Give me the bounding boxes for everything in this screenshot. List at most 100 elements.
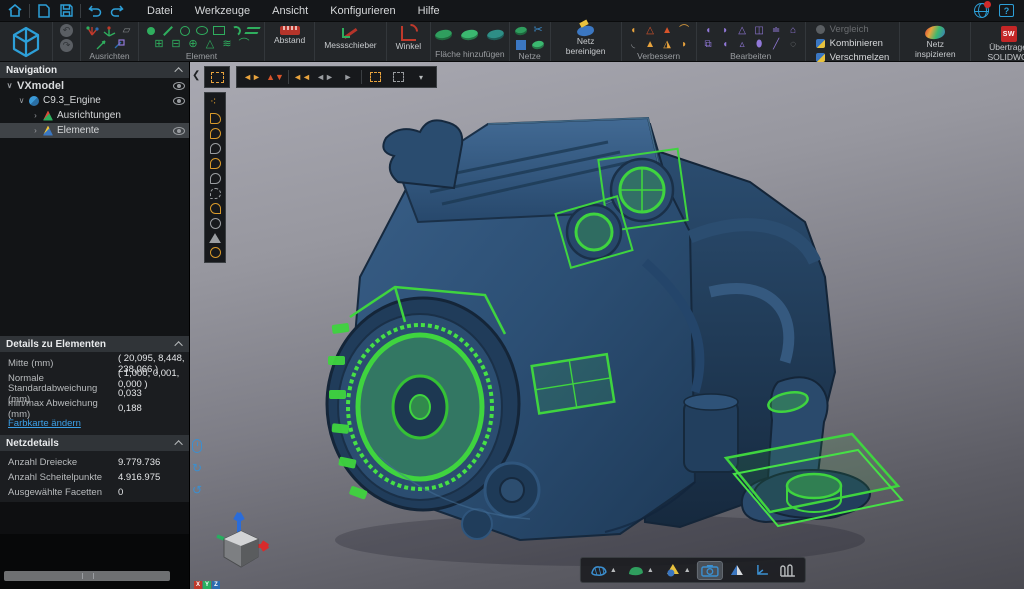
- uebertragen-solidworks-button[interactable]: SW ▼ Übertragen an SOLIDWORKS: [975, 24, 1024, 63]
- improve-spike-icon[interactable]: ◮: [660, 38, 675, 51]
- element-line-icon[interactable]: [160, 24, 175, 37]
- circle-select-icon[interactable]: [210, 218, 221, 229]
- improve-boundary-icon[interactable]: ⌒: [677, 24, 692, 37]
- menu-hilfe[interactable]: Hilfe: [409, 2, 449, 20]
- mouse-hint-icon[interactable]: [192, 439, 202, 453]
- expander-icon[interactable]: ∨: [6, 81, 13, 90]
- visibility-eye-icon[interactable]: [173, 127, 185, 135]
- save-icon[interactable]: [58, 3, 74, 19]
- vergleich-option[interactable]: Vergleich: [816, 24, 890, 35]
- element-cylinder-icon[interactable]: ⊟: [169, 38, 184, 51]
- surface-display-caret[interactable]: ▲: [647, 567, 654, 574]
- mesh-cut-icon[interactable]: ✂: [531, 24, 546, 37]
- align-plane-icon[interactable]: ▱: [119, 24, 134, 37]
- rotate-ccw-icon[interactable]: ↺: [192, 483, 202, 497]
- abstand-button[interactable]: Abstand: [269, 24, 310, 46]
- edit-level-icon[interactable]: ≐: [769, 24, 784, 37]
- selection-options-caret[interactable]: ▾: [411, 69, 431, 85]
- collapse-sidebar-icon[interactable]: ❮: [192, 70, 200, 81]
- invert-selection-icon[interactable]: ►: [338, 69, 358, 85]
- menu-ansicht[interactable]: Ansicht: [263, 2, 317, 20]
- new-file-icon[interactable]: [36, 3, 52, 19]
- mesh-check-icon[interactable]: [531, 38, 546, 51]
- menu-datei[interactable]: Datei: [138, 2, 182, 20]
- collapse-details-icon[interactable]: [174, 341, 182, 349]
- expander-icon[interactable]: ›: [32, 126, 39, 135]
- tree-item-c93-engine[interactable]: ∨ C9.3_Engine: [0, 93, 189, 108]
- redo-icon[interactable]: [109, 3, 125, 19]
- curvature-select-icon[interactable]: [210, 203, 221, 214]
- align-vector-icon[interactable]: [94, 38, 109, 51]
- improve-fillet-icon[interactable]: ◟: [626, 38, 641, 51]
- messschieber-button[interactable]: Messschieber: [319, 24, 381, 51]
- polygon-select-icon[interactable]: [210, 143, 221, 154]
- select-visible-icon[interactable]: ▲▼: [265, 69, 285, 85]
- edit-tri2-icon[interactable]: ▵: [735, 38, 750, 51]
- engine-3d-model[interactable]: [190, 62, 1024, 589]
- model-cube-button[interactable]: [4, 26, 48, 58]
- mesh-display-caret[interactable]: ▲: [610, 567, 617, 574]
- tree-item-ausrichtungen[interactable]: › Ausrichtungen: [0, 108, 189, 123]
- visibility-eye-icon[interactable]: [173, 97, 185, 105]
- smart-select-icon[interactable]: [210, 188, 221, 199]
- surface-display-button[interactable]: ▲: [624, 562, 657, 579]
- element-circle-icon[interactable]: [177, 24, 192, 37]
- home-icon[interactable]: [7, 3, 23, 19]
- connected-select-icon[interactable]: [210, 158, 221, 169]
- edit-blob-icon[interactable]: ◖: [718, 38, 733, 51]
- menu-konfigurieren[interactable]: Konfigurieren: [321, 2, 404, 20]
- brush-select-icon[interactable]: [209, 97, 221, 109]
- selection-rectangle-button[interactable]: [204, 66, 230, 88]
- winkel-button[interactable]: Winkel: [391, 24, 427, 52]
- netz-inspizieren-button[interactable]: Netz inspizieren: [904, 24, 966, 60]
- navigation-panel-header[interactable]: Navigation: [0, 62, 189, 78]
- expander-icon[interactable]: ›: [32, 111, 39, 120]
- element-details-header[interactable]: Details zu Elementen: [0, 336, 189, 352]
- mesh-details-header[interactable]: Netzdetails: [0, 435, 189, 451]
- online-status-icon[interactable]: [974, 3, 989, 18]
- ribbon-redo-icon[interactable]: ↷: [60, 39, 73, 52]
- element-cone-icon[interactable]: △: [203, 38, 218, 51]
- sidebar-horizontal-scrollbar[interactable]: [4, 571, 170, 581]
- edit-drop-icon[interactable]: ⬮: [752, 38, 767, 51]
- element-slot-icon[interactable]: ≋: [220, 38, 235, 51]
- align-target-icon[interactable]: [111, 38, 126, 51]
- element-arc-icon[interactable]: [228, 24, 243, 37]
- tree-item-vxmodel[interactable]: ∨ VXmodel: [0, 78, 189, 93]
- edit-cap-icon[interactable]: ⌂: [786, 24, 801, 37]
- element-polyline-icon[interactable]: [245, 24, 260, 37]
- edit-surface-icon[interactable]: ◖: [701, 24, 716, 37]
- element-plane-grid-icon[interactable]: ⊞: [152, 38, 167, 51]
- element-ellipse-icon[interactable]: [194, 24, 209, 37]
- align-frame-icon[interactable]: [102, 24, 117, 37]
- mesh-sample-icon[interactable]: [514, 24, 529, 37]
- add-surface-patch-icon[interactable]: [487, 29, 505, 41]
- element-curve-icon[interactable]: ⌒: [237, 38, 252, 51]
- mesh-square-icon[interactable]: [514, 38, 529, 51]
- add-surface-hole-icon[interactable]: [461, 29, 479, 41]
- improve-defeature-icon[interactable]: △: [643, 24, 658, 37]
- element-rectangle-icon[interactable]: [211, 24, 226, 37]
- flip-normals-button[interactable]: [726, 562, 748, 579]
- align-axis-icon[interactable]: [85, 24, 100, 37]
- netz-bereinigen-button[interactable]: Netz bereinigen: [555, 24, 617, 57]
- edit-triangle-icon[interactable]: △: [735, 24, 750, 37]
- navigation-cube[interactable]: [206, 499, 276, 579]
- mesh-display-button[interactable]: ▲: [587, 562, 620, 579]
- improve-hole-icon[interactable]: ◗: [677, 38, 692, 51]
- 3d-viewport[interactable]: ❮ ◄► ▲▼ ◄◄ ◄► ► ▾ ▲: [190, 62, 1024, 589]
- edit-mirror-icon[interactable]: ◫: [752, 24, 767, 37]
- improve-fill-icon[interactable]: ◖: [626, 24, 641, 37]
- element-sphere-icon[interactable]: ⊕: [186, 38, 201, 51]
- improve-decimate-icon[interactable]: ▲: [660, 24, 675, 37]
- menu-werkzeuge[interactable]: Werkzeuge: [186, 2, 259, 20]
- select-all-icon[interactable]: [365, 69, 385, 85]
- collapse-navigation-icon[interactable]: [174, 67, 182, 75]
- freeform-select-icon[interactable]: [210, 113, 221, 124]
- show-axes-button[interactable]: [752, 562, 773, 579]
- grow-selection-icon[interactable]: ◄◄: [292, 69, 312, 85]
- edit-pen-icon[interactable]: ╱: [769, 38, 784, 51]
- histogram-button[interactable]: [777, 562, 799, 579]
- camera-view-button[interactable]: [698, 562, 722, 579]
- lasso-select-icon[interactable]: [210, 128, 221, 139]
